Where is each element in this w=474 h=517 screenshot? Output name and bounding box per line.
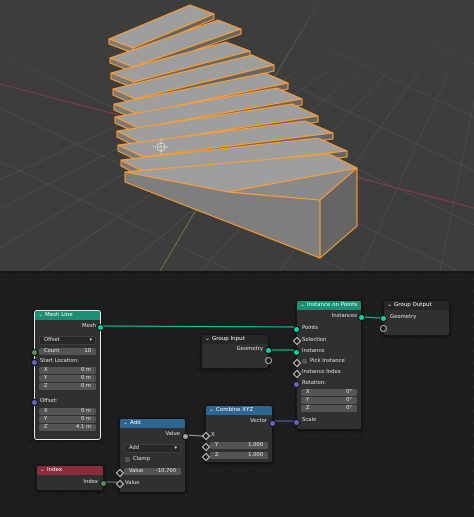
rotation-y-field[interactable]: Y 0° — [301, 397, 357, 404]
combine-x-label: X — [211, 432, 215, 438]
clamp-checkbox[interactable] — [125, 457, 130, 462]
instance-on-points-header[interactable]: Instance on Points — [297, 300, 361, 310]
clamp-label: Clamp — [133, 456, 150, 462]
group-output-geometry-socket[interactable] — [380, 315, 387, 322]
group-input-geometry-label: Geometry — [236, 346, 263, 352]
index-output-socket[interactable] — [100, 480, 107, 487]
mesh-output-label: Mesh — [82, 323, 96, 329]
link-mesh-to-points — [98, 325, 295, 328]
add-math-node[interactable]: Add Value Add ▾ Clamp Value -10.700 Valu… — [115, 418, 189, 493]
viewport-scene — [0, 0, 474, 271]
index-node[interactable]: Index Index — [36, 465, 107, 491]
index-node-header[interactable]: Index — [37, 465, 103, 475]
offset-socket[interactable] — [31, 399, 38, 406]
start-x-field[interactable]: X 0 m — [39, 367, 96, 374]
add-value-field[interactable]: Value -10.700 — [124, 468, 181, 475]
operation-dropdown[interactable]: Add ▾ — [124, 444, 181, 453]
mesh-line-node[interactable]: Mesh Line Mesh Offset ▾ Count 10 Start L… — [31, 310, 104, 440]
geometry-node-editor[interactable]: Mesh Line Mesh Offset ▾ Count 10 Start L… — [0, 273, 474, 517]
group-input-geometry-socket[interactable] — [265, 347, 272, 354]
group-output-geometry-label: Geometry — [390, 314, 417, 320]
start-y-field[interactable]: Y 0 m — [39, 375, 96, 382]
offset-z-field[interactable]: Z 4.1 m — [39, 424, 96, 431]
points-input-socket[interactable] — [293, 326, 300, 333]
rotation-z-field[interactable]: Z 0° — [301, 405, 357, 412]
group-input-header[interactable]: Group Input — [202, 334, 268, 344]
instance-on-points-node[interactable]: Instance on Points Instances Points Sele… — [292, 300, 365, 430]
group-output-header[interactable]: Group Output — [384, 300, 449, 310]
add-value-output-socket[interactable] — [182, 433, 189, 440]
scale-label: Scale — [302, 417, 317, 423]
group-output-node[interactable]: Group Output Geometry — [380, 300, 450, 336]
pick-instance-label: Pick Instance — [310, 358, 345, 364]
mesh-line-header[interactable]: Mesh Line — [35, 310, 100, 320]
start-location-label: Start Location: — [40, 358, 79, 364]
vector-output-socket[interactable] — [269, 420, 276, 427]
group-input-node[interactable]: Group Input Geometry — [201, 334, 272, 369]
instance-index-label: Instance Index — [302, 369, 341, 375]
offset-y-field[interactable]: Y 0 m — [39, 416, 96, 423]
combine-xyz-node[interactable]: Combine XYZ Vector X Y 1.000 Z 1.000 — [201, 405, 276, 463]
combine-z-field[interactable]: Z 1.000 — [210, 452, 268, 459]
offset-x-field[interactable]: X 0 m — [39, 408, 96, 415]
count-input-socket[interactable] — [31, 349, 38, 356]
combine-y-field[interactable]: Y 1.000 — [210, 442, 268, 449]
points-label: Points — [302, 325, 318, 331]
add-value-output-label: Value — [165, 431, 180, 437]
rotation-x-field[interactable]: X 0° — [301, 389, 357, 396]
group-output-empty-socket[interactable] — [380, 325, 387, 332]
instance-label: Instance — [302, 348, 325, 354]
instance-input-socket[interactable] — [293, 349, 300, 356]
group-input-empty-socket[interactable] — [265, 357, 272, 364]
add-value-input-label: Value — [125, 480, 140, 486]
selection-label: Selection — [302, 337, 327, 343]
instances-output-label: Instances — [331, 313, 357, 319]
chevron-down-icon: ▾ — [89, 337, 92, 343]
vector-output-label: Vector — [250, 418, 267, 424]
index-output-label: Index — [83, 479, 98, 485]
count-field[interactable]: Count 10 — [39, 348, 96, 355]
rotation-input-socket[interactable] — [293, 381, 300, 388]
add-node-header[interactable]: Add — [120, 418, 185, 428]
pick-instance-checkbox[interactable] — [302, 359, 307, 364]
rotation-label: Rotation: — [302, 380, 326, 386]
mesh-output-socket[interactable] — [97, 324, 104, 331]
start-location-socket[interactable] — [31, 359, 38, 366]
combine-xyz-header[interactable]: Combine XYZ — [206, 405, 272, 415]
mesh-line-mode-dropdown[interactable]: Offset ▾ — [39, 336, 96, 345]
instances-output-socket[interactable] — [358, 314, 365, 321]
3d-viewport[interactable] — [0, 0, 474, 271]
start-z-field[interactable]: Z 0 m — [39, 383, 96, 390]
offset-label: Offset: — [40, 398, 58, 404]
chevron-down-icon: ▾ — [174, 445, 177, 451]
scale-input-socket[interactable] — [293, 419, 300, 426]
